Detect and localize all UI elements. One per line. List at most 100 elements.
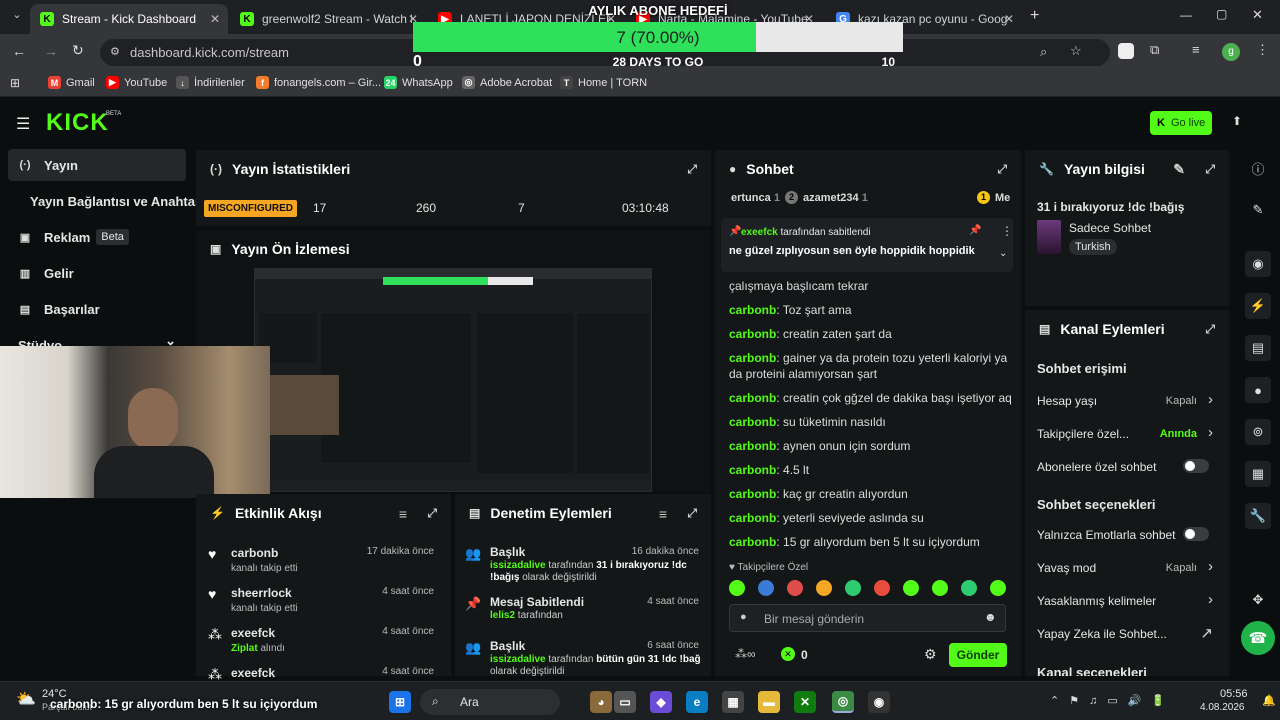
chat-username[interactable]: carbonb [729,487,776,501]
forward-button[interactable]: → [44,43,58,59]
channel-setting-row[interactable]: Yavaş mod Kapalı › [1037,557,1219,579]
store-icon[interactable]: ▦ [722,691,744,713]
close-window-button[interactable]: ✕ [1252,7,1263,23]
reload-button[interactable]: ↻ [72,42,84,59]
start-icon[interactable]: ⊞ [389,691,411,713]
chat-message[interactable]: carbonb: creatin çok gğzel de dakika baş… [729,390,1014,406]
info-icon[interactable]: ⓘ [1245,155,1271,181]
copilot-icon[interactable]: ◆ [650,691,672,713]
file-explorer-icon[interactable]: ▬ [758,691,780,713]
send-button[interactable]: Gönder [949,643,1007,667]
chat-username[interactable]: carbonb [729,463,776,477]
edit-icon[interactable]: ✎ [1173,161,1185,178]
new-tab-button[interactable]: + [1030,7,1039,25]
camera-icon[interactable]: ◉ [1245,251,1271,277]
expand-icon[interactable]: ⤢ [687,506,697,521]
more-icon[interactable]: ⋮ [1001,224,1013,238]
chevron-down-icon[interactable]: ⌄ [999,248,1007,259]
media-control-icon[interactable]: ≡ [1192,42,1200,57]
pinned-message[interactable]: 📌 exeefck tarafından sabitlendi 📌 ⋮ ne g… [721,218,1013,272]
tray-icons[interactable]: ⌃⚑♫▭🔊🔋 [1050,694,1175,707]
user-menu-icon[interactable]: ⬆ [1232,114,1242,128]
extension-icon[interactable] [1118,43,1134,59]
emote-icon[interactable] [816,580,832,596]
zoom-icon[interactable]: ⌕ [1040,44,1047,60]
maximize-button[interactable]: ▢ [1216,7,1227,21]
weather-icon[interactable]: ⛅ [16,689,36,709]
expand-icon[interactable]: ⤢ [997,162,1007,177]
emote-icon[interactable] [874,580,890,596]
chat-username[interactable]: carbonb [729,511,776,525]
bookmark-item[interactable]: ↓ İndirilenler [176,76,245,89]
expand-icon[interactable]: ⤢ [427,506,437,521]
chat-username[interactable]: carbonb [729,535,776,549]
emote-icon[interactable] [758,580,774,596]
notifications-icon[interactable]: 🔔 [1262,694,1276,707]
channel-setting-row[interactable]: Takipçilere özel... Anında › [1037,423,1219,445]
activity-item[interactable]: ♥ sheerrlock 4 saat önce kanalı takip etti [196,582,446,622]
chat-input[interactable]: ● Bir mesaj gönderin ☻ [729,604,1006,632]
chat-message[interactable]: carbonb: creatin zaten şart da [729,326,1014,342]
chat-message[interactable]: carbonb: 15 gr alıyordum ben 5 lt su içi… [729,534,1014,550]
bolt-icon[interactable]: ⚡ [1245,293,1271,319]
pen-icon[interactable]: ✎ [1245,197,1271,223]
close-tab-icon[interactable]: ✕ [1004,12,1014,26]
emote-icon[interactable] [845,580,861,596]
channel-icon[interactable]: ▦ [1245,461,1271,487]
tab-list-button[interactable]: ⌄ [8,8,26,26]
minimize-button[interactable]: — [1180,8,1192,22]
chat-message[interactable]: carbonb: yeterli seviyede aslında su [729,510,1014,526]
channel-setting-row[interactable]: Yapay Zeka ile Sohbet... ↗ [1037,623,1219,645]
expand-icon[interactable]: ⤢ [1205,162,1215,177]
channel-setting-row[interactable]: Yalnızca Emotlarla sohbet [1037,524,1219,546]
channel-setting-row[interactable]: Yasaklanmış kelimeler › [1037,590,1219,612]
stream-preview-video[interactable] [254,268,652,492]
chat-message[interactable]: carbonb: kaç gr creatin alıyordun [729,486,1014,502]
expand-icon[interactable]: ⤢ [1205,322,1215,337]
chat-message[interactable]: carbonb: su tüketimin nasıldı [729,414,1014,430]
bookmark-item[interactable]: ◎ Adobe Acrobat [462,76,552,89]
expand-icon[interactable]: ⤢ [687,162,697,177]
chat-settings-icons[interactable]: ⁂∞ [735,647,756,661]
top-chatter-1[interactable]: ertunca 1 [731,192,780,204]
clock-date[interactable]: 4.08.2026 [1200,702,1245,713]
top-chatter-3[interactable]: Me [995,192,1010,204]
filter-icon[interactable]: ≡ [659,506,667,522]
emote-icon[interactable] [903,580,919,596]
chat-username[interactable]: carbonb [729,391,776,405]
support-icon[interactable]: ☎ [1241,621,1275,655]
bookmark-star-icon[interactable]: ☆ [1070,43,1082,59]
chat-username[interactable]: carbonb [729,351,776,365]
clock-time[interactable]: 05:56 [1220,688,1248,700]
chrome-icon[interactable]: ◎ [832,691,854,713]
go-live-button[interactable]: K Go live [1150,111,1212,135]
sidebar-item[interactable]: ▣ Reklam Beta [8,221,186,253]
setting-toggle[interactable] [1183,459,1209,473]
chat-message[interactable]: carbonb: Toz şart ama [729,302,1014,318]
emote-icon[interactable] [961,580,977,596]
apps-grid-icon[interactable]: ⊞ [10,76,20,90]
sidebar-item[interactable]: (·) Yayın [8,149,186,181]
channel-setting-row[interactable]: Abonelere özel sohbet [1037,456,1219,478]
browser-menu-icon[interactable]: ⋮ [1256,42,1269,58]
browser-tab[interactable]: Kgreenwolf2 Stream - Watch Live✕ [230,4,426,34]
wrench-icon[interactable]: 🔧 [1245,503,1271,529]
emote-icon[interactable] [990,580,1006,596]
xbox-icon[interactable]: ✕ [794,691,816,713]
bookmark-item[interactable]: T Home | TORN [560,76,647,89]
bookmark-item[interactable]: ▶ YouTube [106,76,167,89]
badge-icon[interactable]: ● [740,611,747,623]
bookmark-item[interactable]: M Gmail [48,76,95,89]
menu-icon[interactable]: ☰ [16,114,30,134]
chat-message[interactable]: carbonb: 4.5 lt [729,462,1014,478]
emoji-icon[interactable]: ☻ [984,610,997,624]
browser-tab[interactable]: K Stream - Kick Dashboard ✕ [30,4,228,34]
moderation-item[interactable]: 👥 Başlık 16 dakika önce issizadalive tarafı… [455,542,711,583]
chat-username[interactable]: carbonb [729,303,776,317]
site-info-icon[interactable]: ⚙ [110,45,120,58]
moderation-item[interactable]: 📌 Mesaj Sabitlendi 4 saat önce lelis2 taraf… [455,592,711,632]
sidebar-item[interactable]: ▤ Başarılar [8,293,186,325]
sidebar-item[interactable]: Yayın Bağlantısı ve Anahtarı [8,185,204,217]
activity-item[interactable]: ⁂ exeefck 4 saat önce Ziplat alındı [196,622,446,662]
chevron-right-icon[interactable]: › [1208,424,1213,441]
